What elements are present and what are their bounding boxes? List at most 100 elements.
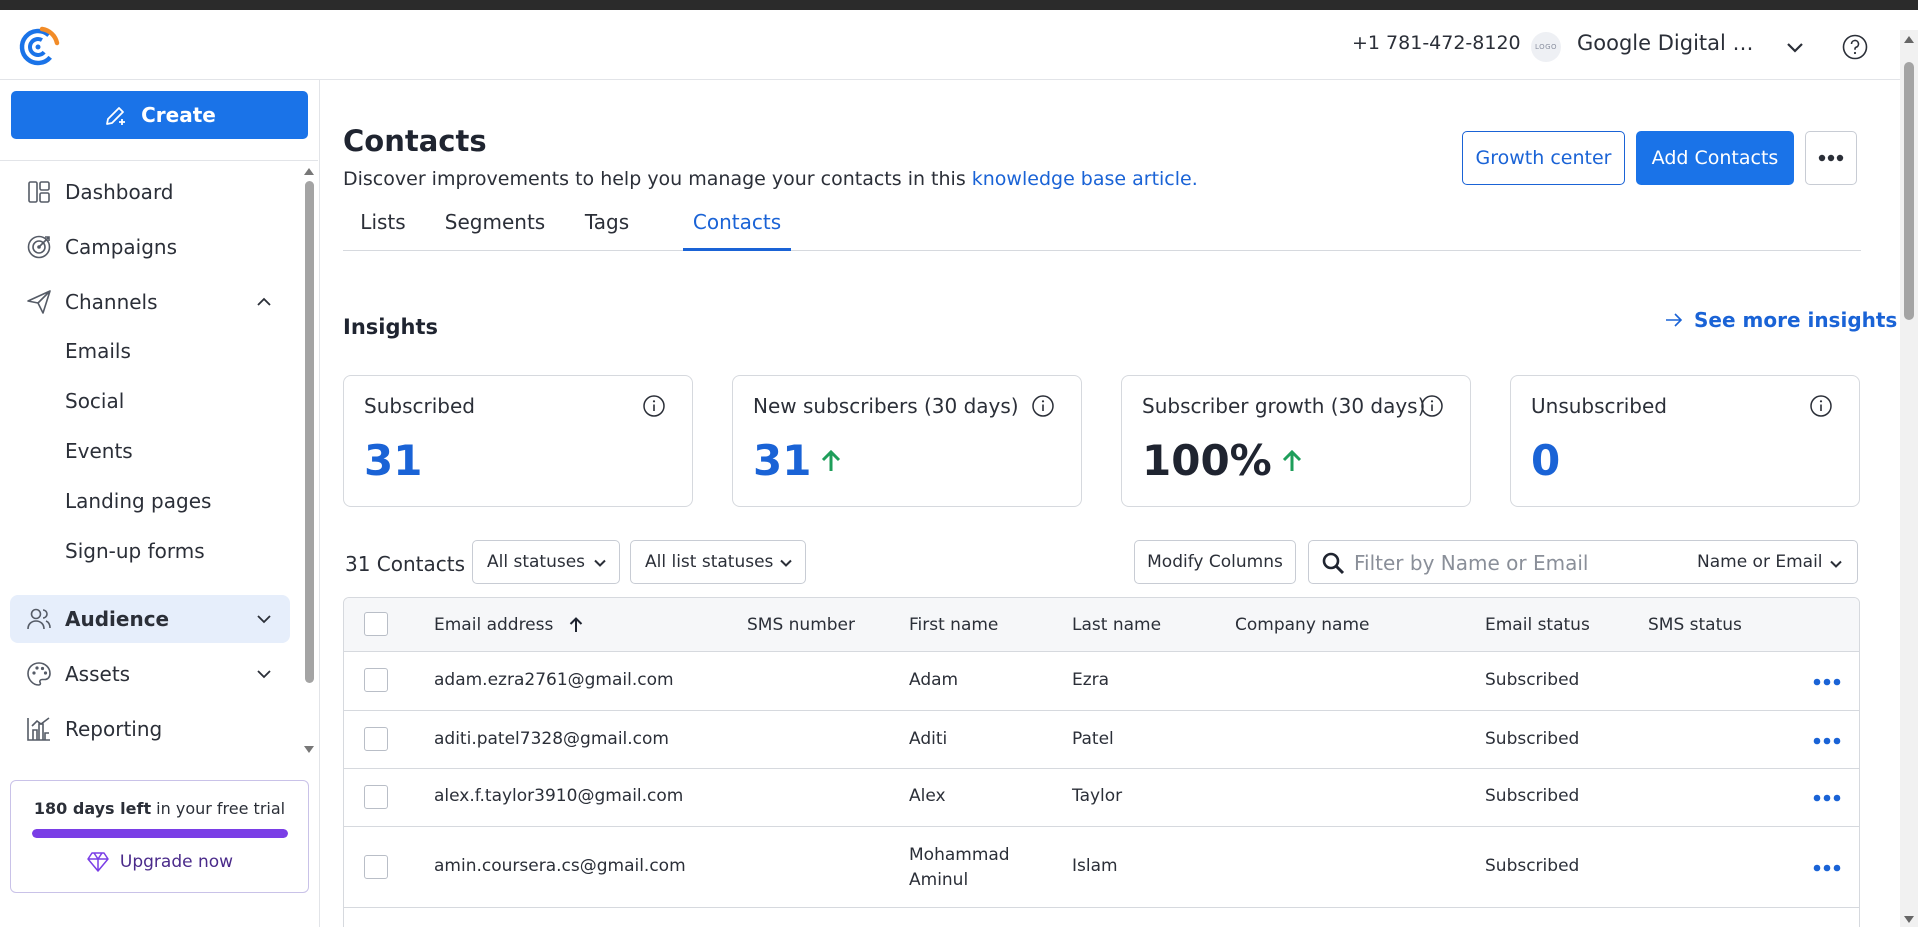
column-header-email-status[interactable]: Email status: [1485, 615, 1590, 635]
trend-up-arrow-icon: [822, 449, 841, 471]
scrollbar-thumb[interactable]: [1904, 62, 1914, 320]
cell-email[interactable]: alex.f.taylor3910@gmail.com: [434, 786, 683, 806]
insight-label: Unsubscribed: [1531, 394, 1667, 418]
help-icon[interactable]: [1842, 34, 1868, 60]
search-field-select[interactable]: Name or Email: [1697, 552, 1823, 572]
scroll-down-arrow[interactable]: [1904, 916, 1914, 923]
list-status-filter-value: All list statuses: [645, 552, 774, 572]
sidebar-item-dashboard[interactable]: Dashboard: [10, 168, 290, 216]
table-row[interactable]: alex.f.taylor3910@gmail.com Alex Taylor …: [344, 769, 1859, 827]
modify-columns-button[interactable]: Modify Columns: [1134, 540, 1296, 584]
users-icon: [27, 608, 51, 630]
cell-email-status: Subscribed: [1485, 856, 1580, 876]
table-row[interactable]: amin.coursera.cs@gmail.com Mohammad Amin…: [344, 827, 1859, 908]
info-icon[interactable]: [642, 394, 666, 418]
info-icon[interactable]: [1420, 394, 1444, 418]
cell-last-name: Islam: [1072, 856, 1118, 876]
table-row[interactable]: aditi.patel7328@gmail.com Aditi Patel Su…: [344, 711, 1859, 769]
scroll-down-arrow[interactable]: [304, 746, 314, 753]
add-contacts-button[interactable]: Add Contacts: [1636, 131, 1794, 185]
row-checkbox[interactable]: [364, 785, 388, 809]
cell-email[interactable]: aditi.patel7328@gmail.com: [434, 729, 669, 749]
row-more-icon[interactable]: [1810, 858, 1844, 878]
trial-text-rest: in your free trial: [151, 799, 286, 818]
status-filter-dropdown[interactable]: All statuses: [472, 540, 620, 584]
status-filter-value: All statuses: [487, 552, 586, 572]
row-more-icon[interactable]: [1810, 788, 1844, 808]
sidebar-scrollbar[interactable]: [302, 165, 316, 757]
column-header-email[interactable]: Email address: [434, 615, 585, 635]
scroll-up-arrow[interactable]: [1904, 36, 1914, 43]
list-status-filter-dropdown[interactable]: All list statuses: [630, 540, 806, 584]
sidebar-subitem-signup-forms[interactable]: Sign-up forms: [65, 539, 205, 563]
cell-email[interactable]: amin.coursera.cs@gmail.com: [434, 856, 686, 876]
chevron-up-icon: [257, 297, 271, 306]
row-checkbox[interactable]: [364, 668, 388, 692]
knowledge-base-link[interactable]: knowledge base article.: [972, 168, 1198, 190]
insight-value: 100%: [1142, 436, 1306, 485]
row-checkbox[interactable]: [364, 855, 388, 879]
cell-first-name: Mohammad Aminul: [909, 845, 1010, 890]
contacts-count: 31 Contacts: [345, 552, 466, 576]
sidebar-item-assets[interactable]: Assets: [10, 650, 290, 698]
chevron-down-icon: [594, 559, 606, 567]
cell-first-name: Aditi: [909, 729, 948, 749]
scroll-up-arrow[interactable]: [304, 168, 314, 175]
more-actions-button[interactable]: [1805, 131, 1857, 185]
sidebar-subitem-landing-pages[interactable]: Landing pages: [65, 489, 211, 513]
insight-label: Subscribed: [364, 394, 475, 418]
sidebar-item-label: Reporting: [65, 717, 163, 741]
tab-lists[interactable]: Lists: [343, 205, 423, 251]
scrollbar-thumb[interactable]: [305, 181, 314, 683]
see-more-insights-link[interactable]: See more insights: [1664, 308, 1897, 332]
constant-contact-logo[interactable]: [18, 25, 60, 67]
contact-search-box: Name or Email: [1308, 540, 1858, 584]
insight-value-text: 0: [1531, 436, 1561, 485]
upgrade-now-link[interactable]: Upgrade now: [11, 851, 308, 873]
table-row[interactable]: adam.ezra2761@gmail.com Adam Ezra Subscr…: [344, 652, 1859, 711]
app-window: +1 781-472-8120 LOGO Google Digital Mark…: [0, 10, 1918, 927]
main-scrollbar[interactable]: [1900, 30, 1918, 927]
cell-last-name: Ezra: [1072, 670, 1110, 690]
tab-tags[interactable]: Tags: [567, 205, 647, 251]
sidebar-item-label: Campaigns: [65, 235, 178, 259]
cell-first-name: Alex: [909, 786, 946, 806]
growth-center-button[interactable]: Growth center: [1462, 131, 1625, 185]
column-header-last-name[interactable]: Last name: [1072, 615, 1161, 635]
cell-email[interactable]: adam.ezra2761@gmail.com: [434, 670, 674, 690]
sidebar-subitem-events[interactable]: Events: [65, 439, 133, 463]
arrow-right-icon: [1666, 313, 1683, 327]
sidebar-item-reporting[interactable]: Reporting: [10, 705, 290, 753]
row-checkbox[interactable]: [364, 727, 388, 751]
select-all-checkbox[interactable]: [364, 612, 388, 636]
sort-ascending-icon: [570, 617, 583, 632]
info-icon[interactable]: [1809, 394, 1833, 418]
sidebar-subitem-social[interactable]: Social: [65, 389, 124, 413]
column-header-sms-status[interactable]: SMS status: [1648, 615, 1742, 635]
insights-title: Insights: [343, 315, 438, 339]
sidebar-item-audience[interactable]: Audience: [10, 595, 290, 643]
chevron-down-icon[interactable]: [1829, 557, 1843, 571]
create-button[interactable]: Create: [11, 91, 308, 139]
row-more-icon[interactable]: [1810, 672, 1844, 692]
info-icon[interactable]: [1031, 394, 1055, 418]
sidebar-item-campaigns[interactable]: Campaigns: [10, 223, 290, 271]
chevron-down-icon[interactable]: [1783, 36, 1807, 60]
sidebar-item-channels[interactable]: Channels: [10, 278, 290, 326]
search-input[interactable]: [1354, 549, 1674, 577]
account-name[interactable]: Google Digital Marketing: [1577, 31, 1769, 55]
column-header-company-name[interactable]: Company name: [1235, 615, 1370, 635]
tab-segments[interactable]: Segments: [429, 205, 561, 251]
phone-number[interactable]: +1 781-472-8120: [1352, 32, 1521, 54]
row-more-icon[interactable]: [1810, 731, 1844, 751]
sidebar-item-label: Audience: [65, 607, 170, 631]
more-horizontal-icon: [1818, 154, 1844, 162]
sidebar: Create Dashboard Campaigns Channels Emai…: [0, 80, 320, 927]
column-header-first-name[interactable]: First name: [909, 615, 998, 635]
tab-contacts[interactable]: Contacts: [683, 205, 791, 251]
column-header-sms-number[interactable]: SMS number: [747, 615, 855, 635]
campaigns-icon: [27, 235, 51, 259]
sidebar-subitem-emails[interactable]: Emails: [65, 339, 131, 363]
search-icon: [1322, 552, 1345, 575]
cell-email-status: Subscribed: [1485, 729, 1580, 749]
